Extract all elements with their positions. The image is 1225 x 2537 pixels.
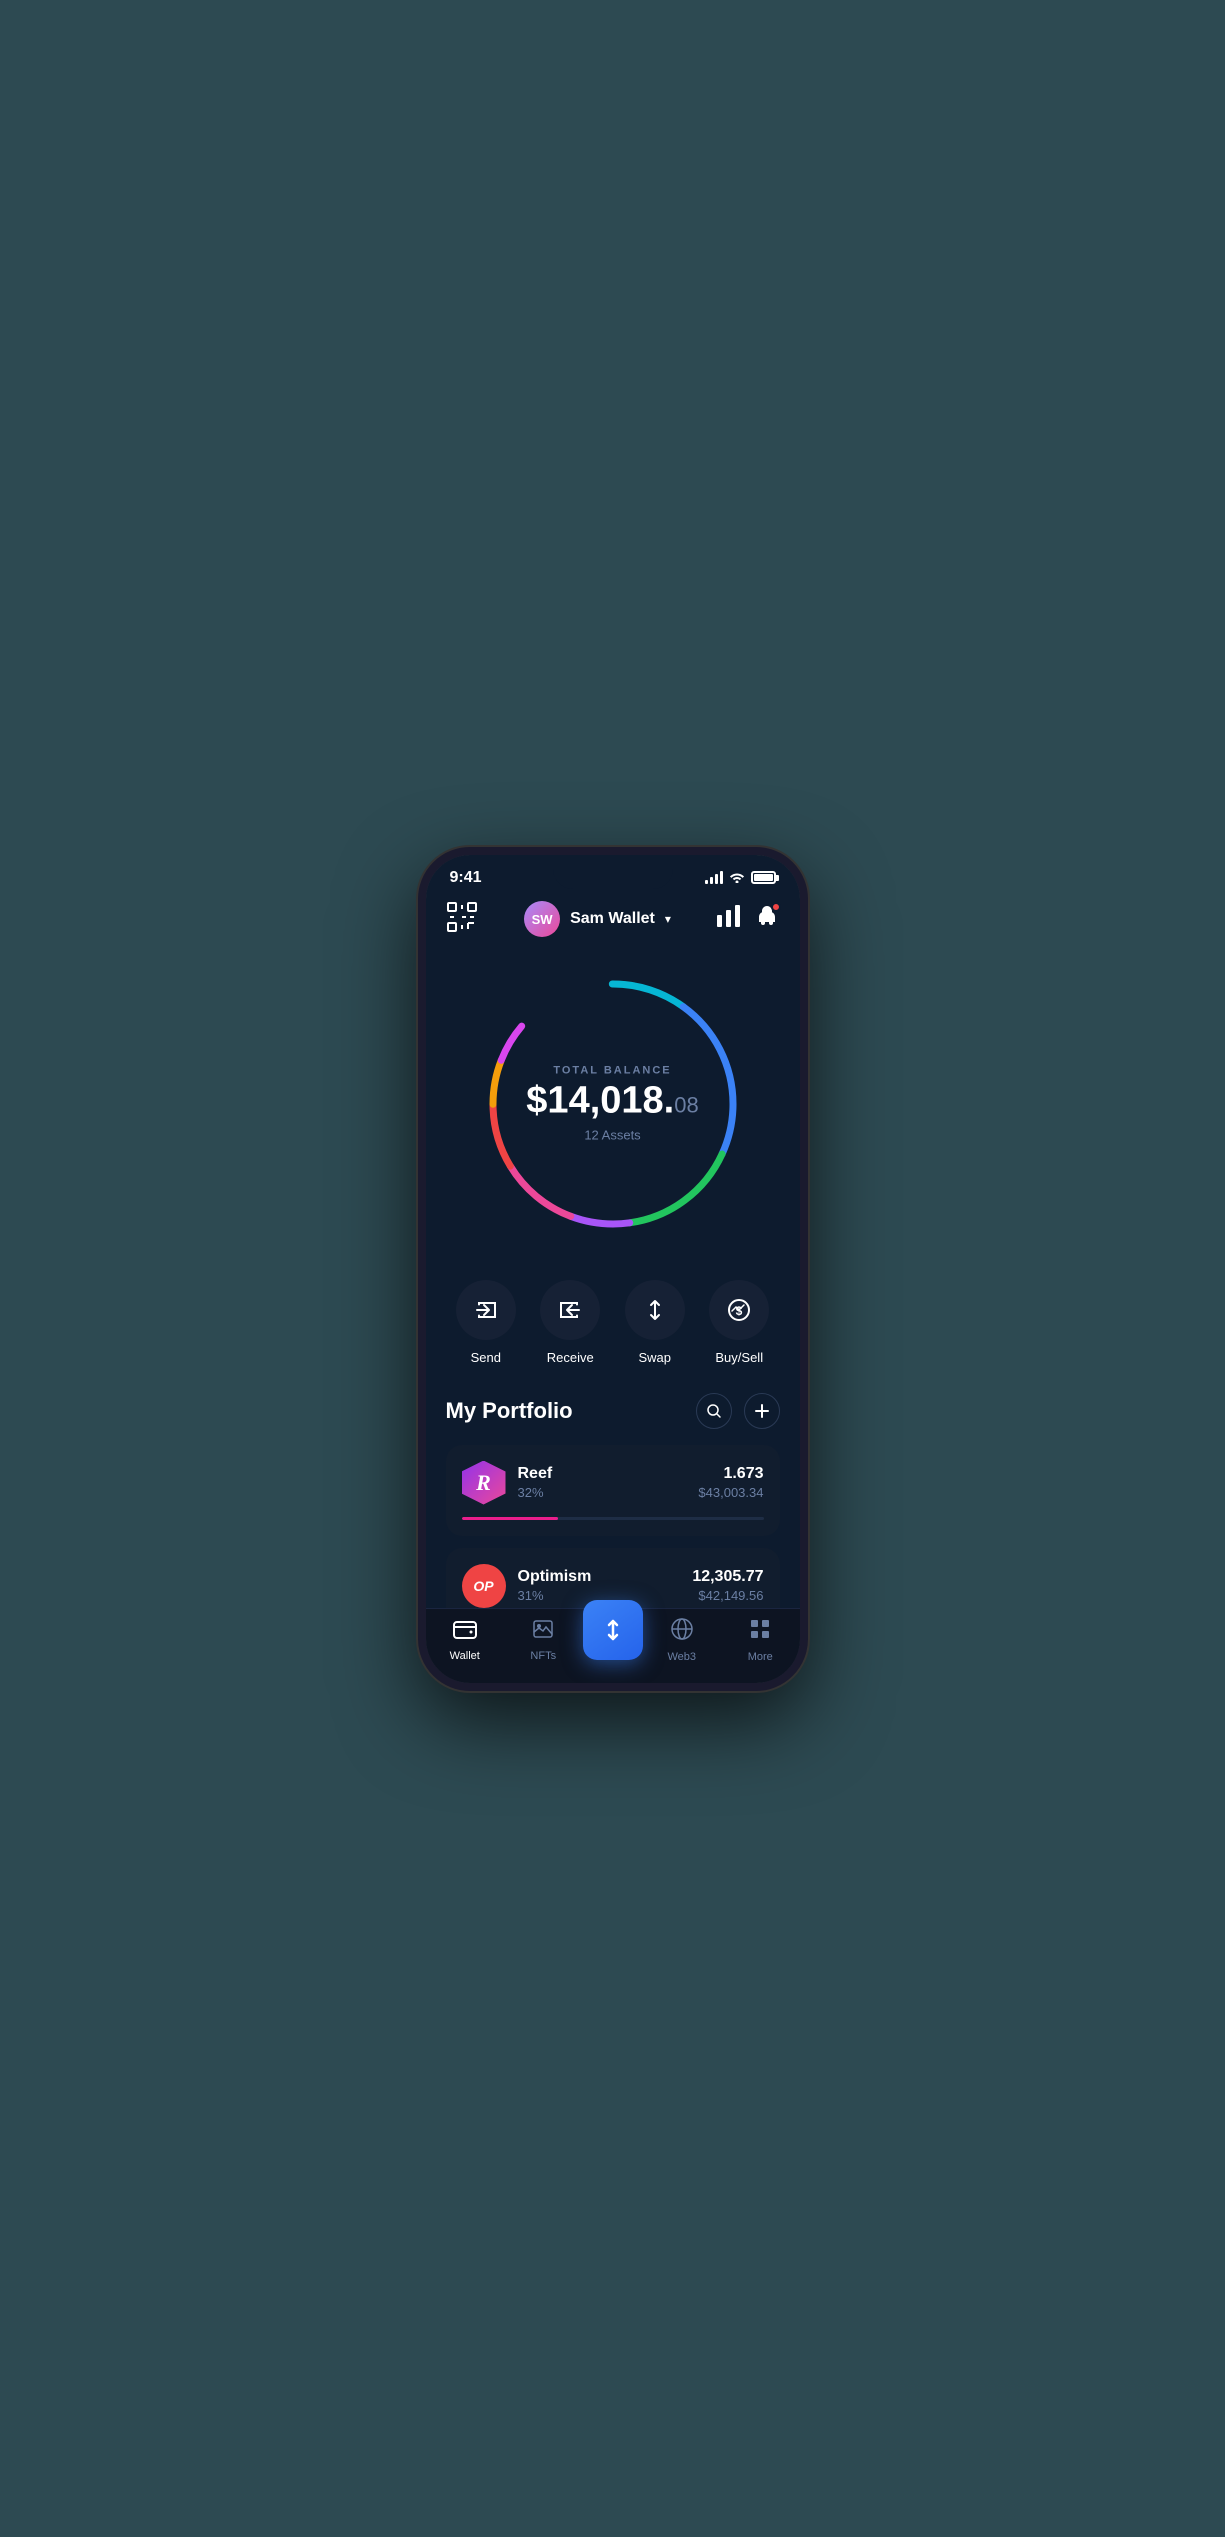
header-left[interactable] bbox=[446, 901, 478, 938]
notification-dot bbox=[771, 902, 781, 912]
nav-more[interactable]: More bbox=[721, 1617, 800, 1663]
header-right bbox=[717, 904, 779, 934]
web3-icon bbox=[670, 1617, 694, 1647]
op-name: Optimism bbox=[518, 1568, 592, 1586]
scan-icon[interactable] bbox=[446, 901, 478, 933]
chevron-down-icon: ▾ bbox=[665, 912, 671, 926]
portfolio-header: My Portfolio bbox=[446, 1393, 780, 1429]
swap-button[interactable]: Swap bbox=[625, 1280, 685, 1365]
nav-more-label: More bbox=[748, 1651, 773, 1663]
search-button[interactable] bbox=[696, 1393, 732, 1429]
op-value: $42,149.56 bbox=[692, 1588, 763, 1603]
asset-left-optimism: OP Optimism 31% bbox=[462, 1564, 592, 1608]
nav-web3-label: Web3 bbox=[667, 1651, 696, 1663]
bell-wrapper bbox=[755, 904, 779, 934]
buysell-icon-circle: $ bbox=[709, 1280, 769, 1340]
nav-web3[interactable]: Web3 bbox=[643, 1617, 722, 1663]
avatar: SW bbox=[524, 901, 560, 937]
nav-nfts[interactable]: NFTs bbox=[504, 1618, 583, 1662]
reef-bar-fill bbox=[462, 1517, 559, 1520]
header: SW Sam Wallet ▾ bbox=[426, 893, 800, 954]
nav-center-button[interactable] bbox=[583, 1600, 643, 1660]
asset-left-reef: R Reef 32% bbox=[462, 1461, 553, 1505]
nav-wallet[interactable]: Wallet bbox=[426, 1618, 505, 1662]
reef-value: $43,003.34 bbox=[698, 1485, 763, 1500]
swap-label: Swap bbox=[638, 1350, 671, 1365]
signal-bars-icon bbox=[705, 871, 723, 884]
op-amount: 12,305.77 bbox=[692, 1568, 763, 1586]
add-asset-button[interactable] bbox=[744, 1393, 780, 1429]
balance-label: TOTAL BALANCE bbox=[526, 1064, 698, 1076]
portfolio-title: My Portfolio bbox=[446, 1398, 573, 1424]
send-label: Send bbox=[471, 1350, 501, 1365]
portfolio-actions bbox=[696, 1393, 780, 1429]
balance-section: TOTAL BALANCE $14,018.08 12 Assets bbox=[426, 954, 800, 1264]
receive-button[interactable]: Receive bbox=[540, 1280, 600, 1365]
send-button[interactable]: Send bbox=[456, 1280, 516, 1365]
reef-pct: 32% bbox=[518, 1485, 553, 1500]
reef-right: 1.673 $43,003.34 bbox=[698, 1465, 763, 1500]
balance-whole: $14,018. bbox=[526, 1079, 674, 1121]
status-icons bbox=[705, 870, 776, 886]
assets-count: 12 Assets bbox=[526, 1128, 698, 1143]
ring-container: TOTAL BALANCE $14,018.08 12 Assets bbox=[473, 964, 753, 1244]
username: Sam Wallet bbox=[570, 910, 655, 928]
buysell-label: Buy/Sell bbox=[715, 1350, 763, 1365]
asset-card-reef[interactable]: R Reef 32% 1.673 $43,003.34 bbox=[446, 1445, 780, 1536]
reef-name: Reef bbox=[518, 1465, 553, 1483]
reef-info: Reef 32% bbox=[518, 1465, 553, 1500]
svg-text:$: $ bbox=[736, 1304, 743, 1318]
reef-logo: R bbox=[462, 1461, 506, 1505]
receive-label: Receive bbox=[547, 1350, 594, 1365]
nav-wallet-label: Wallet bbox=[450, 1650, 480, 1662]
asset-row-reef: R Reef 32% 1.673 $43,003.34 bbox=[462, 1461, 764, 1505]
op-right: 12,305.77 $42,149.56 bbox=[692, 1568, 763, 1603]
balance-text: TOTAL BALANCE $14,018.08 12 Assets bbox=[526, 1064, 698, 1143]
receive-icon-circle bbox=[540, 1280, 600, 1340]
balance-amount: $14,018.08 bbox=[526, 1080, 698, 1122]
status-time: 9:41 bbox=[450, 869, 482, 887]
bell-icon[interactable] bbox=[755, 911, 779, 933]
more-icon bbox=[748, 1617, 772, 1647]
wallet-icon bbox=[453, 1618, 477, 1646]
chart-icon[interactable] bbox=[717, 905, 741, 933]
reef-amount: 1.673 bbox=[698, 1465, 763, 1483]
battery-icon bbox=[751, 871, 776, 884]
phone-frame: 9:41 bbox=[418, 847, 808, 1691]
notch bbox=[553, 855, 673, 889]
buysell-button[interactable]: $ Buy/Sell bbox=[709, 1280, 769, 1365]
actions-row: Send Receive Swap bbox=[426, 1264, 800, 1393]
user-profile[interactable]: SW Sam Wallet ▾ bbox=[524, 901, 671, 937]
phone-inner: 9:41 bbox=[426, 855, 800, 1683]
reef-bar bbox=[462, 1517, 764, 1520]
op-logo: OP bbox=[462, 1564, 506, 1608]
balance-cents: 08 bbox=[674, 1092, 698, 1117]
nav-nfts-label: NFTs bbox=[530, 1650, 556, 1662]
op-info: Optimism 31% bbox=[518, 1568, 592, 1603]
bottom-nav: Wallet NFTs bbox=[426, 1608, 800, 1683]
send-icon-circle bbox=[456, 1280, 516, 1340]
swap-icon-circle bbox=[625, 1280, 685, 1340]
wifi-icon bbox=[729, 870, 745, 886]
nfts-icon bbox=[531, 1618, 555, 1646]
op-pct: 31% bbox=[518, 1588, 592, 1603]
